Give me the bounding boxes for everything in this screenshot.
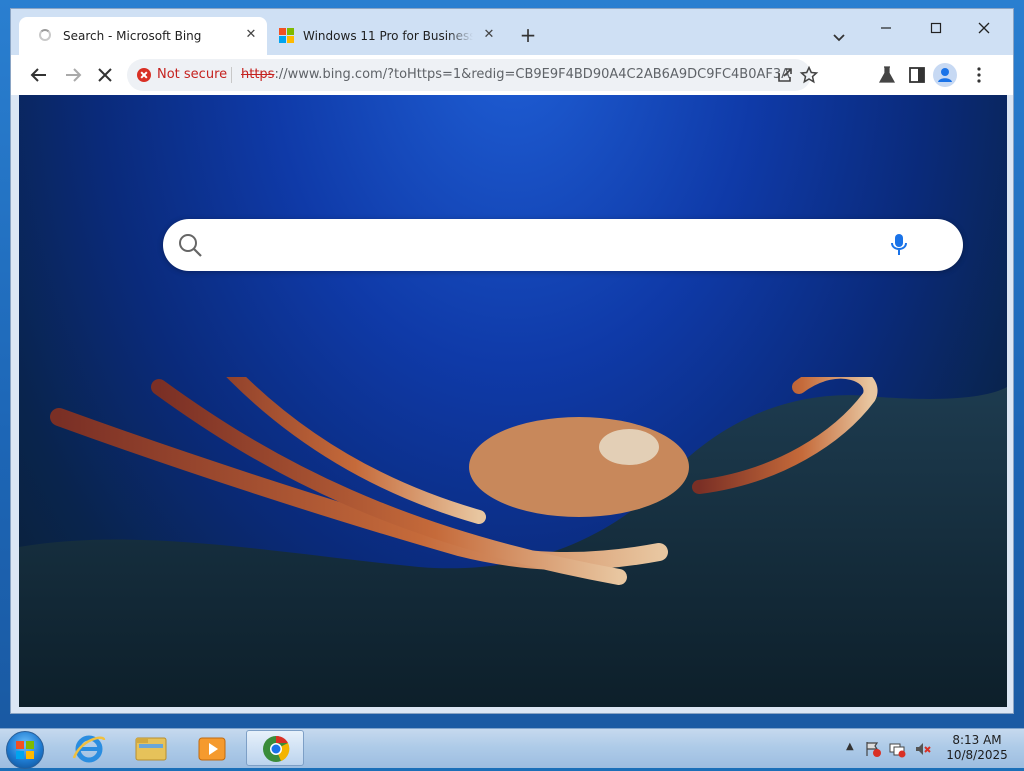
stop-loading-button[interactable] — [93, 63, 119, 89]
tab-title: Windows 11 Pro for Business: Fe — [303, 29, 473, 43]
share-icon[interactable] — [775, 65, 795, 85]
url-scheme: https — [241, 67, 275, 82]
address-bar[interactable]: Not secure https://www.bing.com/?toHttps… — [127, 59, 819, 91]
browser-toolbar: Not secure https://www.bing.com/?toHttps… — [11, 55, 1013, 95]
clock-date: 10/8/2025 — [946, 748, 1008, 762]
internet-explorer-icon — [72, 735, 106, 763]
folder-icon — [135, 737, 167, 761]
windows-logo-icon — [16, 741, 34, 759]
bookmark-star-icon[interactable] — [799, 65, 819, 85]
action-center-flag-icon[interactable] — [864, 740, 882, 758]
profile-avatar[interactable] — [933, 63, 957, 87]
taskbar-internet-explorer[interactable] — [60, 730, 118, 766]
taskbar: ▲ 8:13 AM 10/8/2025 — [0, 728, 1024, 769]
browser-window: Search - Microsoft Bing ✕ Windows 11 Pro… — [10, 8, 1014, 714]
volume-muted-icon[interactable] — [914, 740, 932, 758]
url-rest: ://www.bing.com/?toHttps=1&redig=CB9E9F4… — [274, 67, 791, 82]
back-button[interactable] — [27, 63, 53, 89]
system-tray: ▲ 8:13 AM 10/8/2025 — [838, 729, 1024, 769]
chrome-icon — [263, 735, 290, 762]
tab-strip: Search - Microsoft Bing ✕ Windows 11 Pro… — [11, 9, 1013, 55]
minimize-button[interactable] — [863, 15, 909, 45]
taskbar-file-explorer[interactable] — [122, 730, 180, 766]
clock-time: 8:13 AM — [952, 733, 1002, 747]
new-tab-button[interactable]: + — [517, 25, 539, 47]
tab-title: Search - Microsoft Bing — [63, 29, 202, 43]
start-button[interactable] — [6, 731, 44, 769]
loading-spinner-icon — [39, 29, 51, 41]
side-panel-icon[interactable] — [905, 63, 929, 87]
labs-flask-icon[interactable] — [875, 63, 899, 87]
microphone-icon[interactable] — [887, 232, 911, 258]
not-secure-icon — [137, 68, 151, 82]
menu-kebab-icon[interactable] — [967, 63, 991, 87]
url-text[interactable]: https://www.bing.com/?toHttps=1&redig=CB… — [241, 67, 790, 82]
search-box[interactable] — [163, 219, 963, 271]
taskbar-clock[interactable]: 8:13 AM 10/8/2025 — [942, 733, 1012, 763]
search-icon[interactable] — [177, 232, 203, 258]
tab-bing-search[interactable]: Search - Microsoft Bing ✕ — [19, 17, 267, 55]
microsoft-logo-icon — [279, 28, 294, 43]
background-reef-octopus-image — [19, 377, 1007, 707]
maximize-button[interactable] — [913, 15, 959, 45]
show-hidden-icons-chevron-icon[interactable]: ▲ — [846, 741, 854, 752]
network-icon[interactable] — [888, 740, 906, 758]
tab-search-icon[interactable] — [829, 27, 849, 47]
close-window-button[interactable] — [961, 15, 1007, 45]
taskbar-media-player[interactable] — [184, 730, 242, 766]
security-status[interactable]: Not secure — [157, 67, 227, 82]
forward-button[interactable] — [61, 63, 87, 89]
tab-close-icon[interactable]: ✕ — [241, 25, 261, 45]
page-viewport — [19, 95, 1007, 707]
divider — [231, 67, 232, 83]
media-player-icon — [198, 737, 226, 761]
tab-close-icon[interactable]: ✕ — [479, 25, 499, 45]
tab-windows-11-pro[interactable]: Windows 11 Pro for Business: Fe ✕ — [269, 17, 505, 55]
search-input[interactable] — [215, 229, 879, 263]
taskbar-chrome[interactable] — [246, 730, 304, 766]
